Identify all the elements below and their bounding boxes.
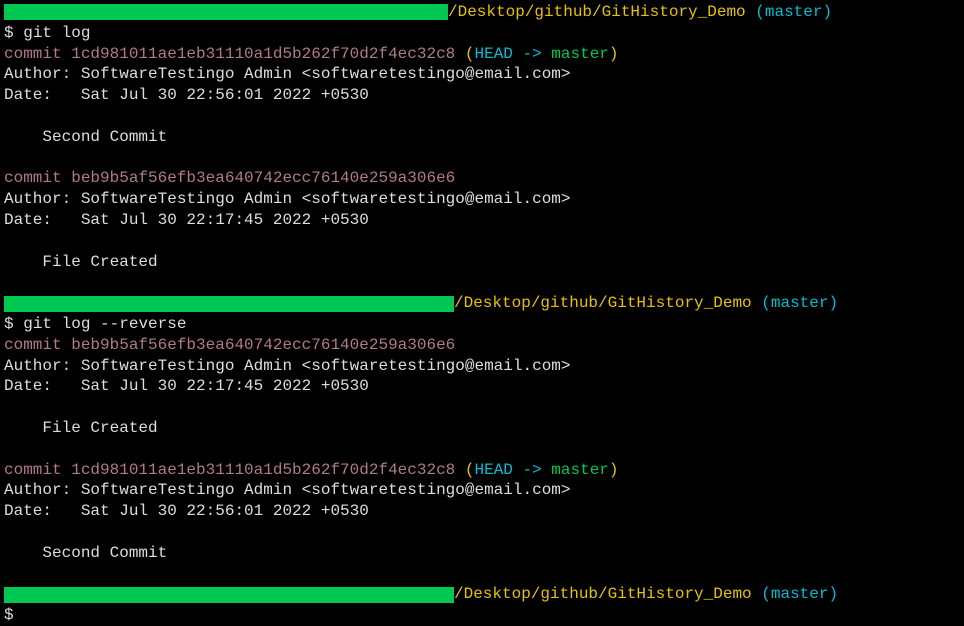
commit-hash-line: commit 1cd981011ae1eb31110a1d5b262f70d2f… [4, 44, 960, 65]
paren-close: ) [609, 461, 619, 479]
redacted-user-host [4, 296, 454, 312]
branch-label: (master) [761, 293, 838, 314]
redacted-user-host [4, 587, 454, 603]
blank-line [4, 148, 960, 169]
commit-date: Date: Sat Jul 30 22:17:45 2022 +0530 [4, 210, 960, 231]
commit-message: File Created [4, 418, 960, 439]
paren-open: ( [455, 45, 474, 63]
commit-date: Date: Sat Jul 30 22:56:01 2022 +0530 [4, 85, 960, 106]
commit-author: Author: SoftwareTestingo Admin <software… [4, 189, 960, 210]
prompt-line-3: /Desktop/github/GitHistory_Demo (master) [4, 584, 960, 605]
commit-date: Date: Sat Jul 30 22:56:01 2022 +0530 [4, 501, 960, 522]
commit-message: Second Commit [4, 543, 960, 564]
branch-label: (master) [761, 584, 838, 605]
path-segment: /Desktop/github/GitHistory_Demo [448, 2, 746, 23]
space [752, 293, 762, 314]
commit-hash: commit 1cd981011ae1eb31110a1d5b262f70d2f… [4, 45, 455, 63]
space [752, 584, 762, 605]
head-master: master [551, 461, 609, 479]
head-label: HEAD -> [474, 461, 551, 479]
prompt-line-2: /Desktop/github/GitHistory_Demo (master) [4, 293, 960, 314]
commit-hash-line: commit beb9b5af56efb3ea640742ecc76140e25… [4, 335, 960, 356]
prompt-dollar: $ [4, 606, 14, 624]
commit-author: Author: SoftwareTestingo Admin <software… [4, 480, 960, 501]
head-label: HEAD -> [474, 45, 551, 63]
head-master: master [551, 45, 609, 63]
command-line[interactable]: $ git log --reverse [4, 314, 960, 335]
prompt-empty[interactable]: $ [4, 605, 960, 626]
commit-hash-line: commit beb9b5af56efb3ea640742ecc76140e25… [4, 168, 960, 189]
space [746, 2, 756, 23]
paren-close: ) [609, 45, 619, 63]
blank-line [4, 397, 960, 418]
prompt-dollar: $ [4, 24, 14, 42]
blank-line [4, 272, 960, 293]
commit-message: File Created [4, 252, 960, 273]
commit-hash: commit 1cd981011ae1eb31110a1d5b262f70d2f… [4, 461, 455, 479]
commit-date: Date: Sat Jul 30 22:17:45 2022 +0530 [4, 376, 960, 397]
blank-line [4, 522, 960, 543]
commit-author: Author: SoftwareTestingo Admin <software… [4, 356, 960, 377]
blank-line [4, 231, 960, 252]
command-text: git log --reverse [23, 315, 186, 333]
command-line[interactable]: $ git log [4, 23, 960, 44]
path-segment: /Desktop/github/GitHistory_Demo [454, 293, 752, 314]
commit-message: Second Commit [4, 127, 960, 148]
redacted-user-host [4, 4, 448, 20]
prompt-line-1: /Desktop/github/GitHistory_Demo (master) [4, 2, 960, 23]
commit-author: Author: SoftwareTestingo Admin <software… [4, 64, 960, 85]
branch-label: (master) [755, 2, 832, 23]
prompt-dollar: $ [4, 315, 14, 333]
paren-open: ( [455, 461, 474, 479]
blank-line [4, 439, 960, 460]
blank-line [4, 106, 960, 127]
path-segment: /Desktop/github/GitHistory_Demo [454, 584, 752, 605]
commit-hash-line: commit 1cd981011ae1eb31110a1d5b262f70d2f… [4, 460, 960, 481]
blank-line [4, 564, 960, 585]
command-text: git log [23, 24, 90, 42]
